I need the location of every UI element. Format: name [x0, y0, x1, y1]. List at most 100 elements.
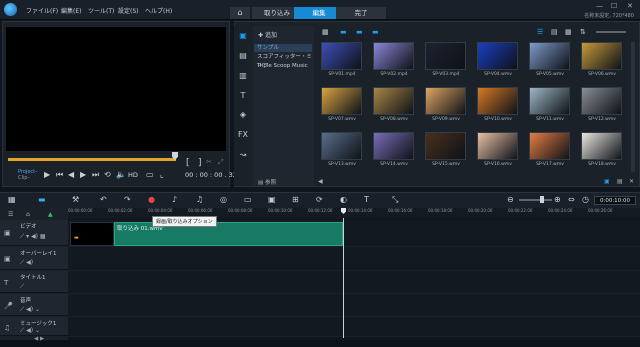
voice-lane[interactable] [68, 294, 640, 317]
library-thumbnail[interactable] [529, 87, 570, 115]
show-audio-icon[interactable]: ▬ [372, 28, 379, 36]
storyboard-view-icon[interactable]: ▦ [8, 195, 16, 204]
mark-in-button[interactable]: [ [186, 158, 190, 168]
library-thumbnail[interactable] [425, 132, 466, 160]
timecode-display[interactable]: 00 : 00 : 00 . 325 [185, 171, 241, 179]
sort-icon[interactable]: ⇅ [580, 28, 586, 36]
menu-settings[interactable]: 設定(S) [118, 6, 139, 15]
menu-help[interactable]: ヘルプ(H) [145, 6, 172, 15]
library-thumbnail[interactable] [529, 132, 570, 160]
split-clip-icon[interactable]: ✂ [206, 158, 212, 166]
music-track-controls[interactable]: ⟋ ◀) ⌄ [20, 327, 40, 335]
add-folder-button[interactable]: ✚ 追加 [258, 30, 277, 39]
library-thumbnail[interactable] [477, 87, 518, 115]
tab-share[interactable]: 完了 [336, 7, 386, 19]
overlay-track-controls[interactable]: ⟋ ◀) [20, 259, 33, 267]
transition-icon[interactable]: ▥ [237, 71, 249, 81]
clip-mode-label[interactable]: Clip– [18, 175, 38, 181]
library-thumbnail[interactable] [477, 132, 518, 160]
folder-sample[interactable]: サンプル [254, 44, 312, 52]
collapse-library-icon[interactable]: ◀ [318, 178, 323, 185]
previous-frame-icon[interactable]: ◀ [68, 170, 74, 179]
thumbnail-size-slider[interactable] [596, 31, 626, 33]
library-thumbnail[interactable] [321, 132, 362, 160]
crop-icon[interactable]: ⌞ [160, 170, 164, 179]
mark-out-button[interactable]: ] [198, 158, 202, 168]
fit-timeline-icon[interactable]: ⇔ [568, 195, 575, 204]
show-video-icon[interactable]: ▬ [340, 28, 347, 36]
hd-toggle[interactable]: HD [128, 171, 138, 179]
end-icon[interactable]: ⏭ [92, 170, 99, 180]
zoom-in-icon[interactable]: ⊕ [554, 195, 561, 204]
clock-icon[interactable]: ◷ [582, 195, 589, 204]
timeline-scroll-arrows[interactable]: ◀ ▶ [34, 336, 54, 344]
close-button[interactable]: ✕ [627, 2, 633, 10]
zoom-out-icon[interactable]: ⊖ [507, 195, 514, 204]
title-icon[interactable]: T [237, 91, 249, 101]
home-icon[interactable]: ⏮ [56, 170, 63, 180]
browse-button[interactable]: ▤ 参照 [258, 178, 276, 186]
list-view-icon[interactable]: ☰ [537, 28, 543, 36]
aspect-ratio-icon[interactable]: ▭ [146, 170, 154, 179]
time-remapping-icon[interactable]: ⟳ [316, 195, 323, 204]
library-thumbnail[interactable] [581, 132, 622, 160]
library-thumbnail[interactable] [321, 87, 362, 115]
play-icon[interactable]: ▶ [44, 170, 50, 179]
timeline-zoom-slider[interactable] [519, 199, 552, 201]
instant-project-icon[interactable]: ▤ [237, 51, 249, 61]
import-media-icon[interactable]: ▦ [322, 28, 329, 36]
video-track-controls[interactable]: ⟋ ▾ ◀) ▦ [20, 233, 46, 241]
library-thumbnail[interactable] [581, 42, 622, 70]
sound-mixer-icon[interactable]: ♪ [172, 195, 177, 204]
scrub-bar[interactable] [8, 158, 176, 161]
library-thumbnail[interactable] [425, 87, 466, 115]
title-lane[interactable] [68, 271, 640, 294]
path-icon[interactable]: ↝ [237, 150, 249, 160]
undo-icon[interactable]: ↶ [100, 195, 107, 204]
voice-track-controls[interactable]: ⟋ ◀) ⌄ [20, 306, 40, 314]
close-library-icon[interactable]: ✕ [629, 178, 634, 185]
library-thumbnail[interactable] [321, 42, 362, 70]
minimize-button[interactable]: — [596, 2, 603, 10]
options-icon[interactable]: ▤ [617, 178, 623, 185]
filter-fx-icon[interactable]: FX [237, 130, 249, 140]
title-track-controls[interactable]: ⟋ [20, 283, 24, 291]
next-frame-icon[interactable]: ▶ [80, 170, 86, 179]
thumbnail-view-icon[interactable]: ▦ [565, 28, 572, 36]
show-photo-icon[interactable]: ▬ [356, 28, 363, 36]
multicam-icon[interactable]: ▣ [268, 195, 276, 204]
folder-scorefitter[interactable]: スコアフィッター・ミュー [254, 53, 312, 68]
record-capture-icon[interactable]: ● [148, 195, 155, 204]
library-scrollbar[interactable] [631, 42, 635, 172]
library-thumbnail[interactable] [373, 42, 414, 70]
add-cue-icon[interactable]: ▲ [48, 211, 53, 218]
library-thumbnail[interactable] [373, 132, 414, 160]
graphics-icon[interactable]: ◈ [237, 110, 249, 120]
media-icon[interactable]: ▣ [237, 31, 249, 41]
chapter-point-icon[interactable]: ⌂ [26, 211, 30, 218]
maximize-button[interactable]: ☐ [611, 2, 617, 10]
motion-tracking-icon[interactable]: ◎ [220, 195, 227, 204]
expand-icon[interactable]: ⤢ [218, 158, 224, 167]
menu-file[interactable]: ファイル(F) [26, 6, 58, 15]
menu-edit[interactable]: 編集(E) [61, 6, 81, 15]
pan-zoom-icon[interactable]: ⤡ [392, 195, 398, 205]
split-screen-icon[interactable]: ⊞ [292, 195, 299, 204]
repeat-icon[interactable]: ⟲ [104, 170, 111, 179]
overlay-lane[interactable] [68, 247, 640, 271]
timeline-view-icon[interactable]: ▬ [38, 195, 46, 204]
home-tab[interactable]: ⌂ [230, 7, 250, 19]
clip-thumbnail[interactable]: ▬ [70, 222, 114, 246]
folder-triple-scoop[interactable]: Triple Scoop Music [254, 62, 312, 70]
library-thumbnail[interactable] [425, 42, 466, 70]
project-clip-toggle[interactable]: Project– Clip– [18, 169, 38, 181]
menu-tools[interactable]: ツール(T) [88, 6, 114, 15]
details-view-icon[interactable]: ▤ [551, 28, 558, 36]
library-thumbnail[interactable] [477, 42, 518, 70]
music-lane[interactable] [68, 317, 640, 337]
library-thumbnail[interactable] [529, 42, 570, 70]
subtitle-icon[interactable]: ▭ [244, 195, 252, 204]
track-manager-icon[interactable]: ☰ [8, 211, 13, 218]
library-thumbnail[interactable] [581, 87, 622, 115]
tools-icon[interactable]: ⚒ [72, 195, 79, 204]
